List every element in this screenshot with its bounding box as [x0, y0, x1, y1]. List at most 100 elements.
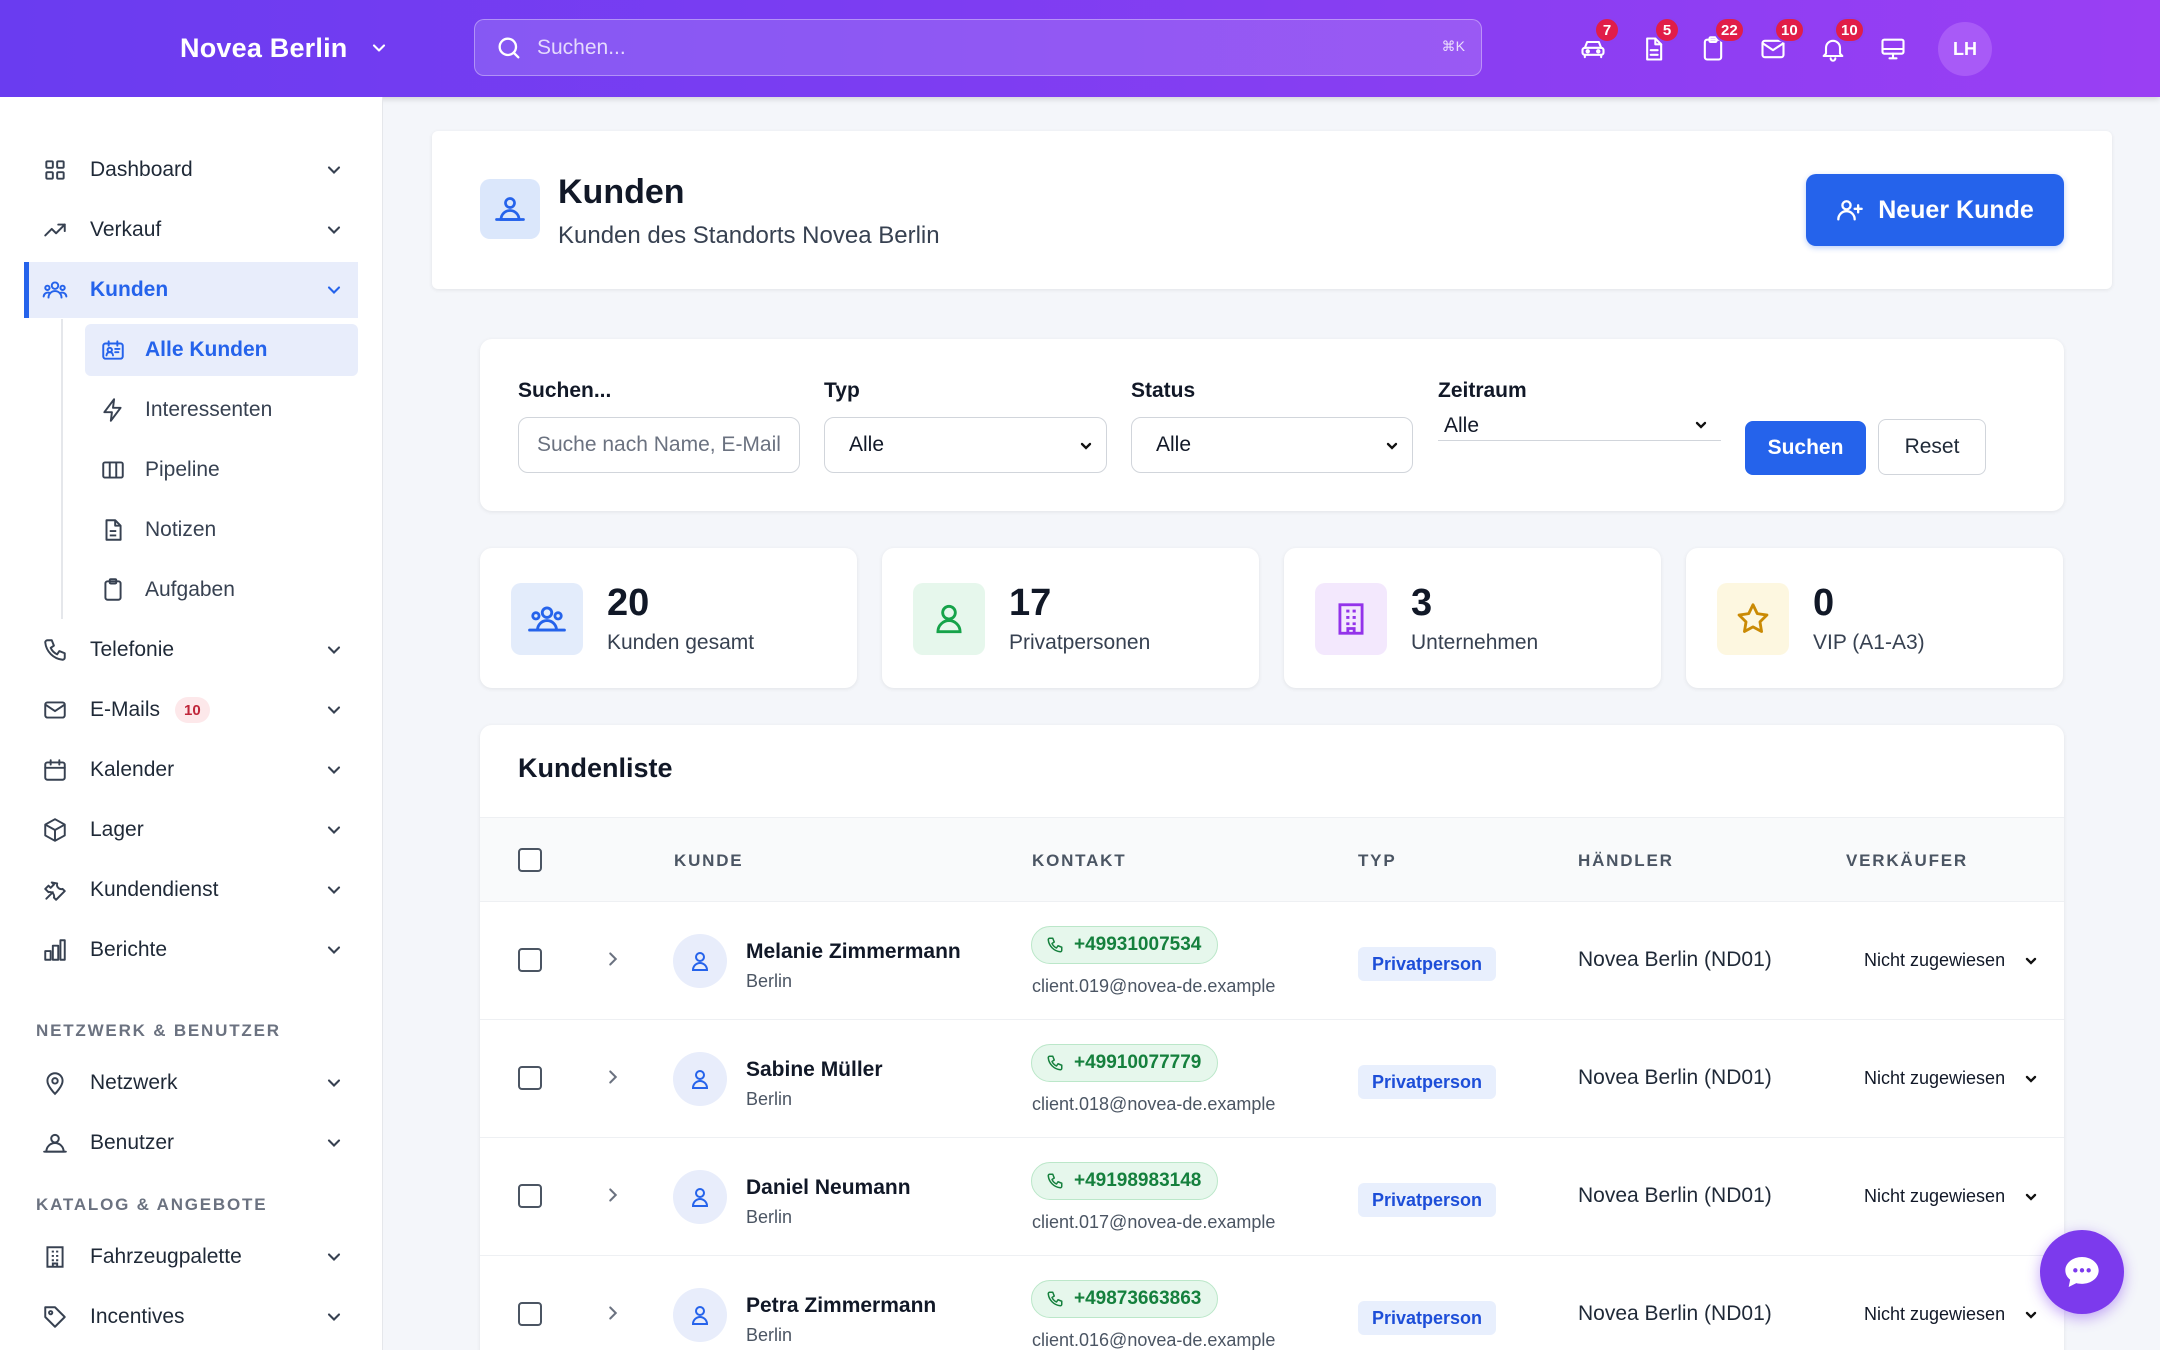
sidebar-subitem-label: Notizen [145, 518, 217, 541]
global-search-input[interactable] [537, 35, 1417, 60]
sidebar-item-kundendienst[interactable]: Kundendienst [24, 862, 358, 918]
customer-email[interactable]: client.019@novea-de.example [1032, 976, 1275, 997]
sidebar-item-label: Dashboard [90, 158, 193, 181]
status-filter-label: Status [1131, 379, 1196, 402]
sidebar-item-lager[interactable]: Lager [24, 802, 358, 858]
sidebar-item-berichte[interactable]: Berichte [24, 922, 358, 978]
sidebar-subitem-notizen[interactable]: Notizen [85, 504, 358, 556]
documents-button[interactable]: 5 [1630, 17, 1680, 72]
seller-select[interactable]: Nicht zugewiesen [1864, 1304, 2039, 1325]
row-checkbox[interactable] [518, 1066, 542, 1090]
status-select[interactable]: Alle [1131, 417, 1413, 473]
phone-chip[interactable]: +49910077779 [1031, 1044, 1219, 1082]
phone-number: +49931007534 [1074, 934, 1202, 955]
location-switcher[interactable]: Novea Berlin [180, 28, 389, 68]
table-row[interactable]: Daniel Neumann Berlin +49198983148 clien… [480, 1138, 2064, 1256]
sidebar-item-emails[interactable]: E-Mails 10 [24, 682, 358, 738]
filter-panel: Suchen... Typ Alle Status Alle Zeitraum … [480, 339, 2064, 511]
row-checkbox[interactable] [518, 1302, 542, 1326]
column-header-kontakt: KONTAKT [1032, 851, 1127, 870]
phone-chip[interactable]: +49198983148 [1031, 1162, 1219, 1200]
customer-email[interactable]: client.018@novea-de.example [1032, 1094, 1275, 1115]
phone-number: +49198983148 [1074, 1170, 1202, 1191]
row-checkbox[interactable] [518, 948, 542, 972]
sidebar-item-verkauf[interactable]: Verkauf [24, 202, 358, 258]
submenu-guide-line [61, 319, 63, 619]
notifications-button[interactable]: 10 [1810, 17, 1865, 72]
select-all-checkbox[interactable] [518, 848, 542, 872]
column-header-typ: TYP [1358, 851, 1397, 870]
phone-icon [1047, 1291, 1063, 1307]
customer-email[interactable]: client.017@novea-de.example [1032, 1212, 1275, 1233]
customer-avatar [673, 1288, 727, 1342]
sidebar-subitem-aufgaben[interactable]: Aufgaben [85, 564, 358, 616]
sidebar-item-fahrzeugpalette[interactable]: Fahrzeugpalette [24, 1229, 358, 1285]
chevron-down-icon [2025, 957, 2037, 965]
chevron-right-icon [609, 1188, 618, 1202]
seller-select[interactable]: Nicht zugewiesen [1864, 1186, 2039, 1207]
phone-chip[interactable]: +49873663863 [1031, 1280, 1219, 1318]
sidebar-item-label: Netzwerk [90, 1071, 178, 1094]
search-button[interactable]: Suchen [1745, 421, 1866, 475]
grid-icon [45, 160, 65, 180]
sidebar-item-kunden[interactable]: Kunden [24, 262, 358, 318]
sidebar-item-incentives[interactable]: Incentives [24, 1289, 358, 1345]
global-search[interactable]: ⌘K [474, 19, 1482, 76]
chevron-right-icon [609, 1070, 618, 1084]
stat-card-vip: 0 VIP (A1-A3) [1686, 548, 2063, 688]
customer-avatar [673, 1052, 727, 1106]
stat-card-private: 17 Privatpersonen [882, 548, 1259, 688]
chevron-down-icon [327, 766, 341, 774]
sidebar-item-label: Kalender [90, 758, 175, 781]
customer-name[interactable]: Sabine Müller [746, 1058, 883, 1082]
phone-number: +49873663863 [1074, 1288, 1202, 1309]
sidebar-subitem-interessenten[interactable]: Interessenten [85, 384, 358, 436]
sidebar-item-benutzer[interactable]: Benutzer [24, 1115, 358, 1171]
period-filter-label: Zeitraum [1438, 379, 1527, 402]
table-row[interactable]: Sabine Müller Berlin +49910077779 client… [480, 1020, 2064, 1138]
mail-button[interactable]: 10 [1750, 17, 1805, 72]
table-row[interactable]: Petra Zimmermann Berlin +49873663863 cli… [480, 1256, 2064, 1350]
user-group-icon [43, 1133, 67, 1153]
customer-search-input[interactable] [518, 417, 800, 473]
type-select[interactable]: Alle [824, 417, 1107, 473]
type-filter-label: Typ [824, 379, 860, 402]
sidebar-subitem-alle-kunden[interactable]: Alle Kunden [85, 324, 358, 376]
vehicles-button[interactable]: 7 [1570, 17, 1620, 72]
chevron-down-icon [1386, 442, 1398, 450]
sidebar-subitem-pipeline[interactable]: Pipeline [85, 444, 358, 496]
customer-name[interactable]: Petra Zimmermann [746, 1294, 936, 1318]
sidebar-item-netzwerk[interactable]: Netzwerk [24, 1055, 358, 1111]
table-row[interactable]: Melanie Zimmermann Berlin +49931007534 c… [480, 902, 2064, 1020]
phone-chip[interactable]: +49931007534 [1031, 926, 1219, 964]
phone-icon [1047, 1055, 1063, 1071]
period-select[interactable]: Alle [1438, 411, 1721, 441]
users-icon [42, 281, 68, 299]
user-avatar[interactable]: LH [1938, 22, 1992, 76]
tasks-button[interactable]: 22 [1690, 17, 1745, 72]
user-icon [936, 604, 962, 634]
sidebar-item-dashboard[interactable]: Dashboard [24, 142, 358, 198]
chevron-down-icon [327, 886, 341, 894]
stat-label: VIP (A1-A3) [1813, 631, 1925, 654]
customer-email[interactable]: client.016@novea-de.example [1032, 1330, 1275, 1350]
seller-select[interactable]: Nicht zugewiesen [1864, 950, 2039, 971]
sidebar-item-telefonie[interactable]: Telefonie [24, 622, 358, 678]
customer-name[interactable]: Melanie Zimmermann [746, 940, 961, 964]
search-filter-label: Suchen... [518, 379, 612, 402]
row-checkbox[interactable] [518, 1184, 542, 1208]
user-plus-icon [1837, 200, 1864, 221]
seller-select[interactable]: Nicht zugewiesen [1864, 1068, 2039, 1089]
sidebar-subitem-label: Aufgaben [145, 578, 235, 601]
customer-name[interactable]: Daniel Neumann [746, 1176, 911, 1200]
chevron-down-icon [327, 1139, 341, 1147]
display-button[interactable] [1870, 26, 1916, 72]
customer-list: Kundenliste KUNDE KONTAKT TYP HÄNDLER VE… [480, 725, 2064, 1350]
notification-badge: 10 [1834, 17, 1865, 43]
stat-value: 0 [1813, 582, 1835, 624]
reset-button[interactable]: Reset [1878, 419, 1986, 475]
chat-button[interactable] [2040, 1230, 2124, 1314]
sidebar-item-kalender[interactable]: Kalender [24, 742, 358, 798]
status-select-value: Alle [1156, 433, 1192, 456]
new-customer-button[interactable]: Neuer Kunde [1806, 174, 2064, 246]
